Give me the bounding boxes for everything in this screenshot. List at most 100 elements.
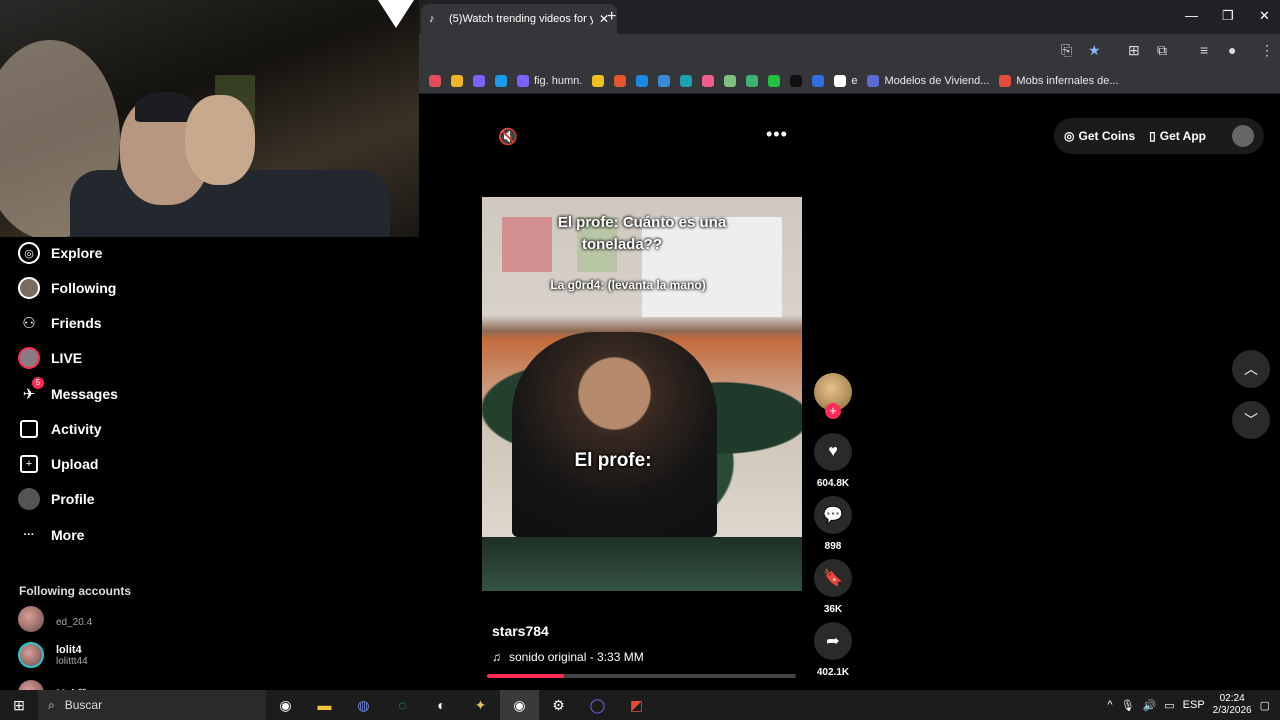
bookmark-item[interactable] — [702, 74, 715, 87]
bookmark-item[interactable] — [790, 74, 803, 87]
bookmark-item[interactable]: e — [834, 74, 857, 87]
bookmark-favicon-icon — [834, 74, 847, 87]
bookmark-favicon-icon — [746, 74, 759, 87]
comment-action[interactable]: 💬 898 — [814, 496, 852, 552]
translate-icon[interactable]: ⊞ — [1128, 42, 1140, 59]
account-handle: lolittt44 — [56, 655, 88, 667]
notification-icon[interactable]: ▢ — [1260, 699, 1270, 712]
browser-menu-icon[interactable]: ⋮ — [1260, 42, 1274, 59]
avatar — [18, 606, 44, 632]
chrome-active-icon[interactable]: ◉ — [500, 690, 539, 720]
profile-avatar-icon[interactable]: ● — [1228, 42, 1236, 58]
get-app-button[interactable]: ▯ Get App — [1149, 129, 1206, 143]
comment-count: 898 — [824, 541, 842, 552]
app-circle-icon[interactable]: ◯ — [578, 690, 617, 720]
sidebar-item-more[interactable]: ··· More — [18, 524, 85, 546]
video-options-icon[interactable]: ••• — [766, 124, 788, 145]
amd-icon[interactable]: ◩ — [617, 690, 656, 720]
video-player[interactable]: El profe: Cuánto es una tonelada?? La g0… — [482, 197, 802, 591]
sound-link[interactable]: ♫ sonido original - 3:33 MM — [492, 650, 644, 664]
language-indicator[interactable]: ESP — [1183, 699, 1205, 711]
bookmark-star-icon[interactable]: ★ — [1088, 42, 1101, 59]
extensions-icon[interactable]: ⧉ — [1157, 42, 1167, 59]
bookmark-item[interactable]: Mobs infernales de... — [999, 74, 1119, 87]
discord-icon[interactable]: ◍ — [344, 690, 383, 720]
app-icon[interactable]: ✦ — [461, 690, 500, 720]
video-progress-bar[interactable] — [487, 674, 796, 678]
whatsapp-icon[interactable]: ◌ — [383, 690, 422, 720]
bookmark-item[interactable]: fig. humn. — [517, 74, 582, 87]
taskbar-search[interactable]: ⌕ Buscar — [38, 690, 266, 720]
following-account[interactable]: ed_20.4 — [18, 606, 92, 632]
restore-icon[interactable]: ❐ — [1222, 8, 1234, 24]
microphone-icon[interactable]: 🎙 — [1121, 699, 1135, 712]
creator-username[interactable]: stars784 — [492, 623, 549, 639]
like-action[interactable]: ♥ 604.8K — [814, 433, 852, 489]
bookmark-item[interactable] — [658, 74, 671, 87]
bookmark-item[interactable] — [746, 74, 759, 87]
browser-tabstrip: ♪ (5)Watch trending videos for yo ✕ + — … — [419, 0, 1280, 34]
bookmark-item[interactable] — [473, 74, 485, 87]
music-note-icon: ♫ — [492, 650, 501, 664]
minimize-icon[interactable]: — — [1185, 8, 1198, 23]
new-tab-button[interactable]: + — [607, 8, 616, 26]
bookmark-item[interactable] — [724, 74, 737, 87]
clock[interactable]: 02:24 2/3/2026 — [1213, 693, 1252, 717]
bookmark-favicon-icon — [473, 74, 485, 87]
sidebar-item-explore[interactable]: ◎ Explore — [18, 242, 102, 264]
previous-video-button[interactable]: ︿ — [1232, 350, 1270, 388]
save-action[interactable]: 🔖 36K — [814, 559, 852, 615]
file-explorer-icon[interactable]: ▬ — [305, 690, 344, 720]
following-account[interactable]: lolit4 lolittt44 — [18, 642, 88, 668]
window-close-icon[interactable]: ✕ — [1259, 8, 1270, 24]
mute-icon[interactable]: 🔇 — [498, 127, 518, 147]
sidebar-item-activity[interactable]: Activity — [18, 418, 102, 440]
heart-icon[interactable]: ♥ — [814, 433, 852, 471]
sidebar-item-following[interactable]: Following — [18, 277, 116, 299]
comment-icon[interactable]: 💬 — [814, 496, 852, 534]
bookmarks-bar: fig. humn. e Modelos de Viviend... Mobs inf… — [419, 68, 1280, 94]
bookmark-item[interactable] — [768, 74, 781, 87]
network-icon[interactable]: ▭ — [1164, 699, 1174, 712]
bookmark-favicon-icon — [592, 74, 605, 87]
sidebar-item-friends[interactable]: ⚇ Friends — [18, 312, 101, 334]
volume-icon[interactable]: 🔊 — [1143, 699, 1157, 712]
bookmark-favicon-icon — [680, 74, 693, 87]
settings-icon[interactable]: ⚙ — [539, 690, 578, 720]
sidebar-item-upload[interactable]: + Upload — [18, 453, 98, 475]
bookmark-item[interactable] — [451, 74, 463, 87]
windows-taskbar: ⊞ ⌕ Buscar ◉ ▬ ◍ ◌ ◐ ✦ ◉ ⚙ ◯ ◩ ^ 🎙 🔊 ▭ E… — [0, 690, 1280, 720]
share-count: 402.1K — [816, 667, 850, 678]
install-app-icon[interactable]: ⎘ — [1061, 42, 1072, 59]
obs-icon[interactable]: ◐ — [422, 690, 461, 720]
follow-plus-icon[interactable]: + — [825, 403, 841, 419]
browser-toolbar: ⎘ ★ ⊞ ⧉ ≡ ● ⋮ — [419, 34, 1280, 68]
share-icon[interactable]: ➦ — [814, 622, 852, 660]
chrome-taskbar-icon[interactable]: ◉ — [266, 690, 305, 720]
sidebar-item-messages[interactable]: ✈ 5 Messages — [18, 377, 118, 405]
bookmark-item[interactable]: Modelos de Viviend... — [867, 74, 989, 87]
browser-tab[interactable]: ♪ (5)Watch trending videos for yo ✕ — [421, 4, 617, 34]
media-control-icon[interactable]: ≡ — [1200, 42, 1208, 58]
sidebar-item-live[interactable]: LIVE — [18, 347, 82, 369]
bookmark-favicon-icon — [812, 74, 825, 87]
sidebar-item-profile[interactable]: Profile — [18, 488, 95, 510]
share-action[interactable]: ➦ 402.1K — [814, 622, 852, 678]
tray-chevron-icon[interactable]: ^ — [1107, 699, 1112, 711]
next-video-button[interactable]: ﹀ — [1232, 401, 1270, 439]
account-name: lolit4 — [56, 643, 82, 656]
bookmark-item[interactable] — [614, 74, 627, 87]
bookmark-item[interactable] — [592, 74, 605, 87]
get-coins-button[interactable]: ◎ Get Coins — [1064, 129, 1135, 143]
account-handle: ed_20.4 — [56, 616, 93, 628]
bookmark-item[interactable] — [429, 74, 441, 87]
tab-title: (5)Watch trending videos for yo — [449, 13, 593, 25]
windows-start-icon[interactable]: ⊞ — [0, 697, 38, 714]
bookmark-item[interactable] — [680, 74, 693, 87]
bookmark-item[interactable] — [812, 74, 825, 87]
user-avatar[interactable] — [1232, 125, 1254, 147]
bookmark-item[interactable] — [636, 74, 649, 87]
bookmark-icon[interactable]: 🔖 — [814, 559, 852, 597]
compass-icon: ◎ — [18, 242, 40, 264]
bookmark-item[interactable] — [495, 74, 507, 87]
